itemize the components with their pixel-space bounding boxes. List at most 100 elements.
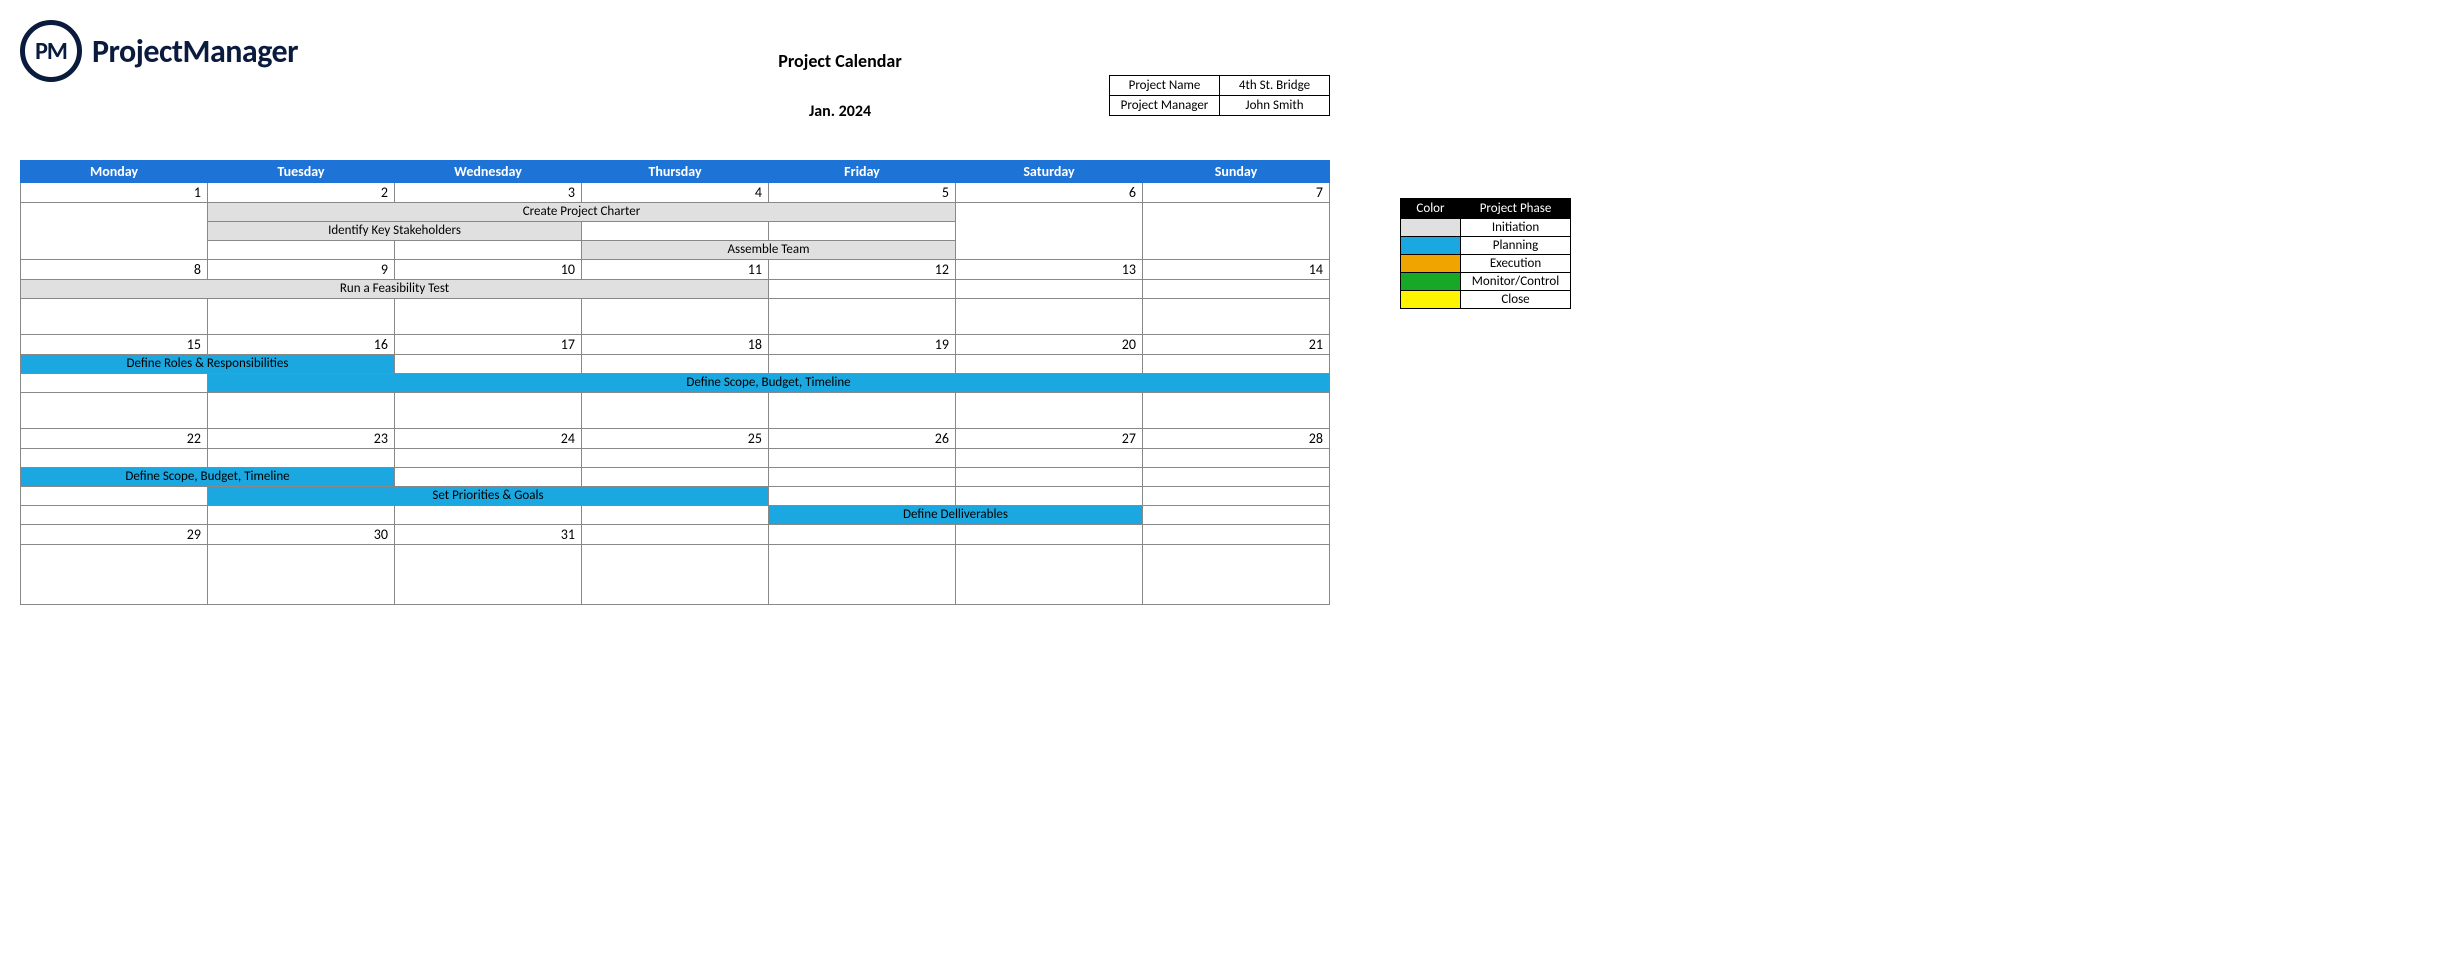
empty-cell [21,487,208,506]
spacer-row [21,299,1330,335]
day-header: Monday [21,161,208,183]
empty-cell [21,374,208,393]
legend-label: Close [1461,291,1571,309]
empty-cell [395,449,582,468]
empty-cell [956,487,1143,506]
logo-mark: PM [20,20,82,82]
day-cell: 7 [1143,183,1330,203]
spacer-row [21,545,1330,605]
empty-cell [1143,355,1330,374]
day-header: Thursday [582,161,769,183]
empty-cell [582,449,769,468]
empty-cell [208,449,395,468]
day-cell: 27 [956,429,1143,449]
calendar-header-row: Monday Tuesday Wednesday Thursday Friday… [21,161,1330,183]
page-title: Project Calendar [100,50,1580,72]
legend-swatch-execution [1401,255,1461,273]
day-cell: 18 [582,335,769,355]
logo-text: ProjectManager [92,32,298,71]
empty-cell [1143,280,1330,299]
week-row: 1 2 3 4 5 6 7 [21,183,1330,203]
task-row: Define Roles & Responsibilities [21,355,1330,374]
empty-cell [395,506,582,525]
project-name-value: 4th St. Bridge [1220,76,1330,96]
day-header: Friday [769,161,956,183]
empty-cell [769,468,956,487]
day-cell: 20 [956,335,1143,355]
task-row: Create Project Charter [21,203,1330,222]
day-cell: 9 [208,260,395,280]
week-row: 22 23 24 25 26 27 28 [21,429,1330,449]
day-header: Wednesday [395,161,582,183]
day-cell: 23 [208,429,395,449]
empty-cell [1143,487,1330,506]
day-cell: 15 [21,335,208,355]
day-cell: 12 [769,260,956,280]
empty-cell [582,222,769,241]
day-cell: 29 [21,525,208,545]
day-cell: 25 [582,429,769,449]
day-cell: 21 [1143,335,1330,355]
empty-cell [769,487,956,506]
empty-cell [956,355,1143,374]
project-meta: Project Name 4th St. Bridge Project Mana… [1109,75,1330,116]
task-row: Define Scope, Budget, Timeline [21,374,1330,393]
day-header: Sunday [1143,161,1330,183]
task-bar-planning: Set Priorities & Goals [208,487,769,506]
legend-phase-header: Project Phase [1461,199,1571,219]
task-bar-initiation: Create Project Charter [208,203,956,222]
day-cell: 17 [395,335,582,355]
legend-swatch-planning [1401,237,1461,255]
empty-cell [956,468,1143,487]
day-cell [1143,525,1330,545]
day-cell: 16 [208,335,395,355]
empty-cell [956,203,1143,260]
empty-cell [21,203,208,260]
legend: Color Project Phase Initiation Planning … [1400,198,1571,309]
empty-cell [208,241,395,260]
empty-cell [395,468,582,487]
spacer-row [21,393,1330,429]
empty-cell [956,280,1143,299]
day-cell [582,525,769,545]
task-bar-planning: Define Delliverables [769,506,1143,525]
day-cell: 3 [395,183,582,203]
empty-cell [1143,468,1330,487]
task-row: Define Scope, Budget, Timeline [21,468,1330,487]
day-cell: 28 [1143,429,1330,449]
empty-cell [582,468,769,487]
empty-cell [769,449,956,468]
day-cell: 1 [21,183,208,203]
task-row: Run a Feasibility Test [21,280,1330,299]
day-cell: 30 [208,525,395,545]
empty-cell [395,241,582,260]
day-cell: 5 [769,183,956,203]
task-row: Define Delliverables [21,506,1330,525]
empty-cell [582,506,769,525]
day-header: Tuesday [208,161,395,183]
week-row: 8 9 10 11 12 13 14 [21,260,1330,280]
project-name-label: Project Name [1110,76,1220,96]
empty-cell [1143,449,1330,468]
day-cell: 4 [582,183,769,203]
empty-cell [769,222,956,241]
empty-cell [21,506,208,525]
task-bar-planning: Define Scope, Budget, Timeline [21,468,395,487]
task-bar-initiation: Assemble Team [582,241,956,260]
project-manager-value: John Smith [1220,96,1330,116]
week-row: 29 30 31 [21,525,1330,545]
empty-cell [208,506,395,525]
day-cell: 6 [956,183,1143,203]
legend-swatch-close [1401,291,1461,309]
day-cell: 13 [956,260,1143,280]
legend-swatch-initiation [1401,219,1461,237]
legend-label: Planning [1461,237,1571,255]
legend-swatch-monitor [1401,273,1461,291]
empty-cell [769,355,956,374]
legend-label: Initiation [1461,219,1571,237]
logo: PM ProjectManager [20,20,298,82]
task-row [21,449,1330,468]
calendar-grid: Monday Tuesday Wednesday Thursday Friday… [20,160,1330,605]
day-cell: 2 [208,183,395,203]
empty-cell [582,355,769,374]
